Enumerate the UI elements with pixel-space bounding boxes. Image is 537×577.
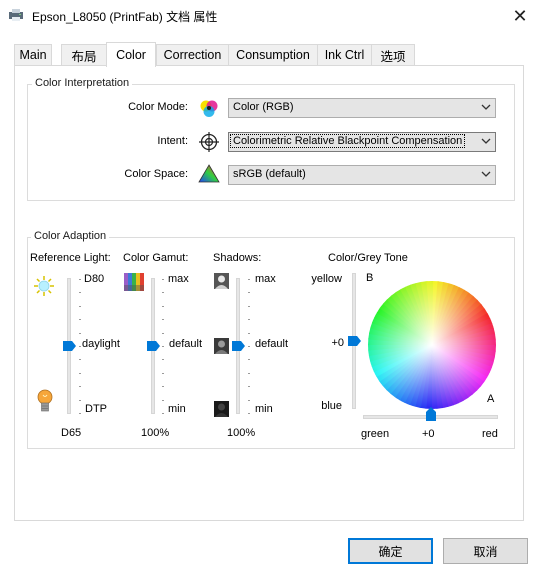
sun-icon: [34, 276, 54, 296]
tab-main[interactable]: Main: [14, 44, 52, 65]
color-gamut-slider-thumb[interactable]: [147, 341, 161, 351]
slider-tick: [162, 332, 164, 334]
color-space-label: Color Space:: [124, 168, 188, 180]
tone-horizontal-slider-thumb[interactable]: [425, 407, 436, 421]
color-grey-tone-label: Color/Grey Tone: [328, 252, 408, 264]
shadows-slider-thumb[interactable]: [232, 341, 246, 351]
slider-tick: [79, 346, 81, 347]
tab-ink-ctrl[interactable]: Ink Ctrl: [317, 44, 372, 65]
color-mode-select[interactable]: Color (RGB): [228, 98, 496, 118]
tone-bottom: blue: [321, 400, 342, 412]
tab-strip: Main 布局 Color Correction Consumption Ink…: [14, 42, 524, 67]
slider-tick: [248, 305, 250, 307]
shadows-value: 100%: [227, 427, 256, 439]
slider-tick: [248, 386, 250, 388]
slider-tick: [248, 279, 250, 280]
tone-h-value: +0: [422, 428, 435, 440]
tone-middle: +0: [331, 337, 344, 349]
tone-h-right: red: [482, 428, 498, 440]
reference-light-label: Reference Light:: [30, 252, 111, 264]
lightbulb-icon: [37, 389, 53, 412]
slider-tick: [162, 319, 164, 321]
slider-tick: [248, 332, 250, 334]
tone-vertical-slider-thumb[interactable]: [348, 336, 362, 346]
chevron-down-icon: [481, 171, 491, 177]
printer-icon: [9, 9, 23, 21]
tab-consumption[interactable]: Consumption: [228, 44, 318, 65]
slider-tick: [162, 292, 164, 294]
slider-tick: [79, 292, 81, 294]
tab-options[interactable]: 选项: [371, 44, 415, 65]
color-gamut-icon: [124, 273, 144, 291]
shadow-portrait-medium-icon: [214, 338, 229, 354]
color-space-select[interactable]: sRGB (default): [228, 165, 496, 185]
slider-tick: [248, 319, 250, 321]
shadows-label: Shadows:: [213, 252, 262, 264]
tone-top: yellow: [311, 273, 342, 285]
slider-tick: [79, 386, 81, 388]
chevron-down-icon: [481, 138, 491, 144]
slider-tick: [162, 359, 164, 361]
color-gamut-middle: default: [169, 338, 203, 350]
tone-h-left: green: [361, 428, 390, 440]
slider-tick: [162, 413, 164, 414]
shadows-bottom: min: [255, 403, 273, 415]
color-gamut-triangle-icon: [198, 164, 220, 183]
tab-correction[interactable]: Correction: [156, 44, 229, 65]
slider-tick: [162, 386, 164, 388]
color-adaption-title: Color Adaption: [31, 230, 110, 242]
slider-tick: [248, 413, 250, 414]
reference-light-top: D80: [84, 273, 105, 285]
reference-light-middle: daylight: [82, 338, 120, 350]
shadows-top: max: [255, 273, 276, 285]
color-gamut-bottom: min: [168, 403, 186, 415]
crosshair-target-icon: [199, 132, 219, 152]
shadows-middle: default: [255, 338, 289, 350]
slider-tick: [162, 346, 164, 347]
slider-tick: [79, 305, 81, 307]
cmy-circles-icon: [200, 100, 218, 117]
ok-button[interactable]: 确定: [348, 538, 433, 564]
slider-tick: [162, 279, 164, 280]
intent-select[interactable]: Colorimetric Relative Blackpoint Compens…: [228, 132, 496, 152]
color-interpretation-title: Color Interpretation: [32, 77, 133, 89]
slider-tick: [79, 332, 81, 334]
close-icon: ✕: [512, 5, 528, 27]
slider-tick: [162, 372, 164, 374]
title-bar: Epson_L8050 (PrintFab) 文档 属性 ✕: [0, 0, 537, 32]
shadow-portrait-light-icon: [214, 273, 229, 289]
intent-value: Colorimetric Relative Blackpoint Compens…: [229, 134, 466, 148]
tab-color[interactable]: Color: [106, 42, 156, 67]
close-button[interactable]: ✕: [505, 2, 535, 30]
slider-tick: [248, 292, 250, 294]
window-title: Epson_L8050 (PrintFab) 文档 属性: [32, 10, 218, 24]
cancel-button[interactable]: 取消: [443, 538, 528, 564]
color-mode-value: Color (RGB): [233, 101, 294, 113]
slider-tick: [162, 305, 164, 307]
color-space-value: sRGB (default): [233, 168, 306, 180]
slider-tick: [248, 359, 250, 361]
chevron-down-icon: [481, 104, 491, 110]
slider-tick: [162, 399, 164, 401]
slider-tick: [79, 319, 81, 321]
slider-tick: [248, 399, 250, 401]
color-wheel[interactable]: [367, 280, 497, 410]
slider-tick: [79, 399, 81, 401]
tab-layout[interactable]: 布局: [61, 44, 107, 65]
slider-tick: [79, 372, 81, 374]
color-gamut-top: max: [168, 273, 189, 285]
slider-tick: [79, 279, 81, 280]
color-mode-label: Color Mode:: [128, 101, 188, 113]
color-gamut-value: 100%: [141, 427, 170, 439]
slider-tick: [248, 346, 250, 347]
reference-light-bottom: DTP: [85, 403, 107, 415]
slider-tick: [79, 413, 81, 414]
shadow-portrait-dark-icon: [214, 401, 229, 417]
intent-label: Intent:: [157, 135, 188, 147]
slider-tick: [79, 359, 81, 361]
reference-light-slider-thumb[interactable]: [63, 341, 77, 351]
color-gamut-label: Color Gamut:: [123, 252, 189, 264]
reference-light-value: D65: [61, 427, 82, 439]
slider-tick: [248, 372, 250, 374]
